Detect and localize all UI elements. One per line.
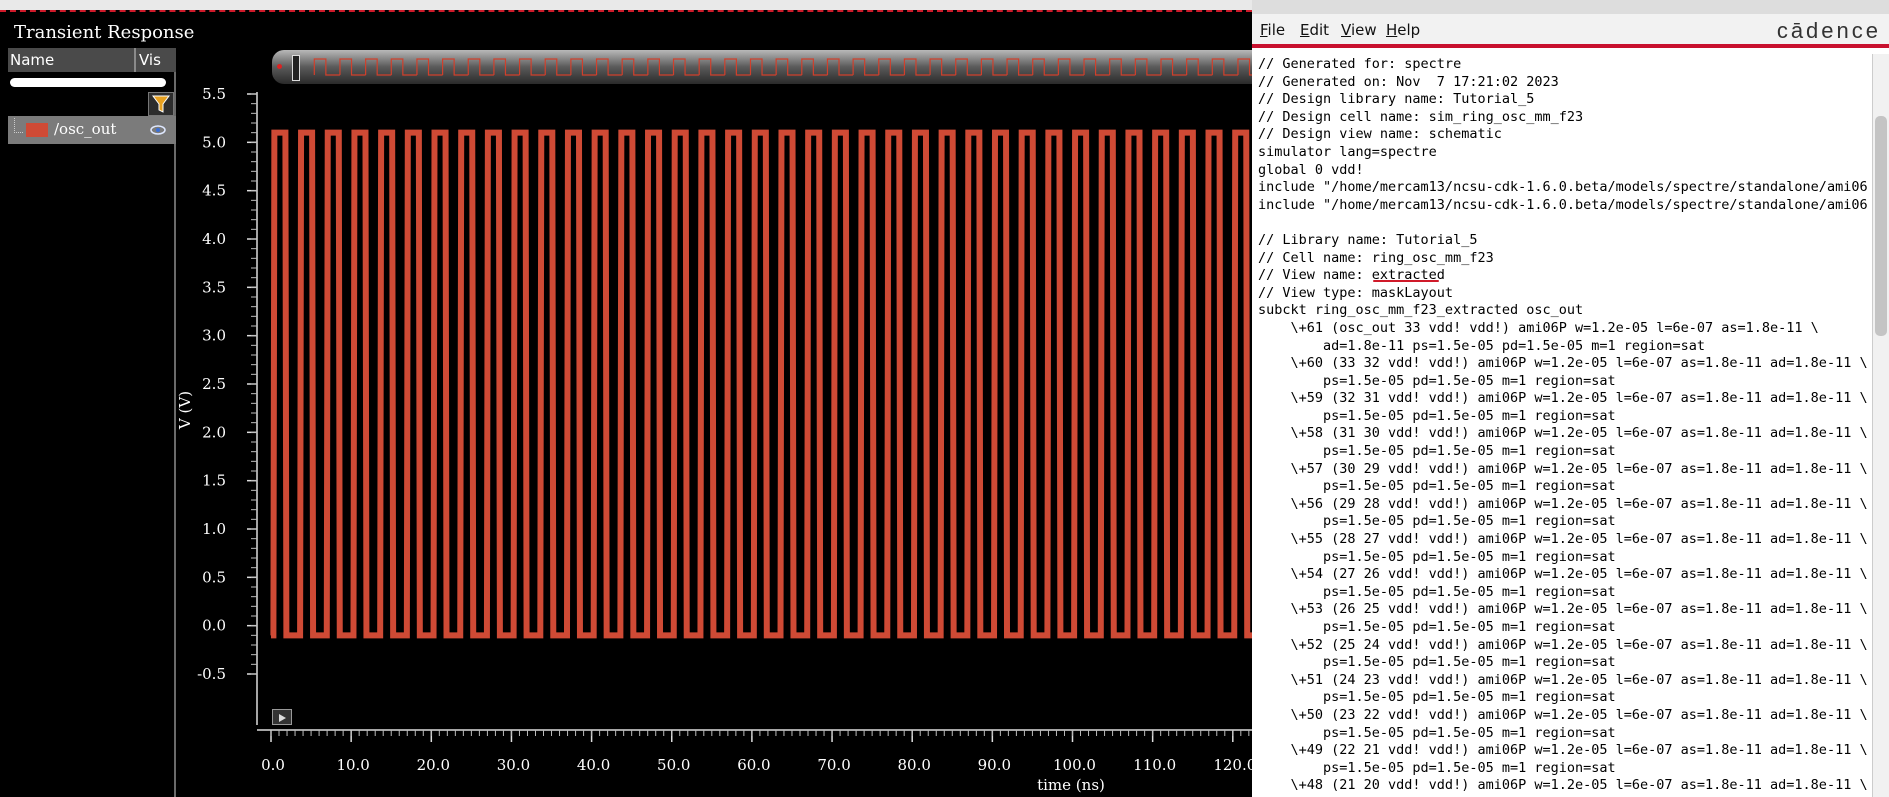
netlist-line: ps=1.5e-05 pd=1.5e-05 m=1 region=sat — [1258, 619, 1616, 635]
y-tick-label: 0.5 — [202, 568, 226, 586]
netlist-line: // Design library name: Tutorial_5 — [1258, 91, 1535, 108]
menu-help[interactable]: Help — [1386, 21, 1420, 39]
x-ticks: 0.0 10.0 20.0 30.0 40.0 50.0 60.0 70.0 80.0 90.0 1… — [261, 730, 1252, 774]
x-tick-label: 40.0 — [577, 756, 610, 774]
y-tick-label: 5.0 — [202, 133, 226, 151]
netlist-line: ps=1.5e-05 pd=1.5e-05 m=1 region=sat — [1258, 689, 1616, 706]
y-tick-label: 4.5 — [202, 182, 226, 200]
vertical-scrollbar-thumb[interactable] — [1875, 116, 1887, 336]
waveform-plot[interactable]: -0.5 0.0 0.5 1.0 1.5 2.0 2.5 3.0 3.5 4.0 4.5 5.0 5.5… — [0, 0, 1252, 797]
red-underline-annotation — [1373, 280, 1439, 282]
menu-file-label: ile — [1267, 21, 1286, 39]
netlist-line: subckt ring_osc_mm_f23_extracted osc_out — [1258, 302, 1584, 319]
menu-edit-label: dit — [1309, 21, 1330, 39]
netlist-line: // Library name: Tutorial_5 — [1258, 231, 1478, 248]
netlist-line: ps=1.5e-05 pd=1.5e-05 m=1 region=sat — [1258, 724, 1616, 741]
netlist-line: ps=1.5e-05 pd=1.5e-05 m=1 region=sat — [1258, 583, 1616, 600]
y-tick-label: 2.0 — [202, 423, 226, 441]
series-line-osc-out[interactable] — [270, 129, 1252, 639]
x-tick-label: 90.0 — [978, 756, 1011, 774]
netlist-line: // Design view name: schematic — [1258, 126, 1502, 143]
netlist-line: // Design cell name: sim_ring_osc_mm_f23 — [1258, 108, 1584, 125]
netlist-line: ps=1.5e-05 pd=1.5e-05 m=1 region=sat — [1258, 407, 1616, 424]
x-tick-label: 0.0 — [261, 756, 285, 774]
play-icon — [279, 714, 286, 722]
cadence-logo: cādence — [1776, 18, 1881, 43]
x-tick-label: 110.0 — [1133, 756, 1176, 774]
netlist-line: \+53 (26 25 vdd! vdd!) ami06P w=1.2e-05 … — [1258, 601, 1868, 618]
netlist-line: ps=1.5e-05 pd=1.5e-05 m=1 region=sat — [1258, 654, 1616, 671]
netlist-line: \+57 (30 29 vdd! vdd!) ami06P w=1.2e-05 … — [1258, 460, 1868, 477]
netlist-line: ps=1.5e-05 pd=1.5e-05 m=1 region=sat — [1258, 478, 1616, 495]
x-tick-label: 70.0 — [817, 756, 850, 774]
y-tick-label: 4.0 — [202, 230, 226, 248]
x-tick-label: 80.0 — [897, 756, 930, 774]
play-button[interactable] — [272, 709, 292, 725]
netlist-window: File Edit View Help cādence // Generated… — [1252, 0, 1889, 797]
netlist-line: \+50 (23 22 vdd! vdd!) ami06P w=1.2e-05 … — [1258, 706, 1868, 723]
netlist-line: global 0 vdd! — [1258, 161, 1364, 178]
netlist-line: ps=1.5e-05 pd=1.5e-05 m=1 region=sat — [1258, 513, 1616, 530]
netlist-line: \+49 (22 21 vdd! vdd!) ami06P w=1.2e-05 … — [1258, 742, 1868, 759]
netlist-line: \+60 (33 32 vdd! vdd!) ami06P w=1.2e-05 … — [1258, 355, 1868, 372]
netlist-line: \+58 (31 30 vdd! vdd!) ami06P w=1.2e-05 … — [1258, 425, 1868, 442]
x-tick-label: 60.0 — [737, 756, 770, 774]
waveform-window: Transient Response Name Vis /osc_out -0.… — [0, 0, 1252, 797]
netlist-text[interactable]: // Generated for: spectre // Generated o… — [1258, 56, 1868, 795]
menu-view-mnemonic: V — [1341, 21, 1351, 39]
y-tick-label: 3.5 — [202, 278, 226, 296]
y-tick-label: 5.5 — [202, 85, 226, 103]
netlist-line: // Generated for: spectre — [1258, 56, 1462, 72]
overview-waveform — [313, 58, 1252, 76]
y-axis-label: V (V) — [176, 391, 194, 430]
window-title-strip — [1252, 0, 1889, 14]
y-tick-label: -0.5 — [197, 665, 226, 683]
x-tick-label: 10.0 — [336, 756, 369, 774]
x-tick-label: 30.0 — [497, 756, 530, 774]
menu-view[interactable]: View — [1341, 21, 1377, 39]
x-tick-label: 50.0 — [657, 756, 690, 774]
netlist-line: \+52 (25 24 vdd! vdd!) ami06P w=1.2e-05 … — [1258, 636, 1868, 653]
menu-file-mnemonic: F — [1260, 21, 1268, 39]
netlist-line: ps=1.5e-05 pd=1.5e-05 m=1 region=sat — [1258, 759, 1616, 776]
x-tick-label: 120.0 — [1213, 756, 1252, 774]
netlist-line: // Generated on: Nov 7 17:21:02 2023 — [1258, 73, 1559, 90]
y-tick-label: 1.5 — [202, 472, 226, 490]
netlist-line: \+51 (24 23 vdd! vdd!) ami06P w=1.2e-05 … — [1258, 671, 1868, 688]
netlist-line: \+61 (osc_out 33 vdd! vdd!) ami06P w=1.2… — [1258, 319, 1819, 336]
netlist-line: ad=1.8e-11 ps=1.5e-05 pd=1.5e-05 m=1 reg… — [1258, 337, 1706, 354]
netlist-line: \+48 (21 20 vdd! vdd!) ami06P w=1.2e-05 … — [1258, 777, 1868, 794]
netlist-line: \+54 (27 26 vdd! vdd!) ami06P w=1.2e-05 … — [1258, 566, 1868, 583]
y-tick-label: 1.0 — [202, 520, 226, 538]
x-tick-label: 100.0 — [1053, 756, 1096, 774]
netlist-line: // Cell name: ring_osc_mm_f23 — [1258, 249, 1494, 266]
menu-view-label: iew — [1350, 21, 1377, 39]
y-tick-label: 0.0 — [202, 617, 226, 635]
netlist-line: \+59 (32 31 vdd! vdd!) ami06P w=1.2e-05 … — [1258, 390, 1868, 407]
netlist-line: simulator lang=spectre — [1258, 143, 1437, 160]
menu-file[interactable]: File — [1260, 21, 1285, 39]
y-tick-label: 2.5 — [202, 375, 226, 393]
x-axis-label: time (ns) — [1037, 776, 1105, 794]
netlist-line: \+55 (28 27 vdd! vdd!) ami06P w=1.2e-05 … — [1258, 531, 1868, 548]
netlist-line: include "/home/mercam13/ncsu-cdk-1.6.0.b… — [1258, 179, 1868, 196]
x-tick-label: 20.0 — [417, 756, 450, 774]
netlist-line: ps=1.5e-05 pd=1.5e-05 m=1 region=sat — [1258, 443, 1616, 460]
netlist-line: include "/home/mercam13/ncsu-cdk-1.6.0.b… — [1258, 196, 1868, 213]
y-ticks: -0.5 0.0 0.5 1.0 1.5 2.0 2.5 3.0 3.5 4.0 4.5 5.0 5.5 — [197, 85, 257, 683]
netlist-line: \+56 (29 28 vdd! vdd!) ami06P w=1.2e-05 … — [1258, 495, 1868, 512]
vertical-scrollbar[interactable] — [1872, 54, 1889, 797]
menu-bar: File Edit View Help cādence — [1252, 14, 1889, 44]
menu-edit[interactable]: Edit — [1300, 21, 1329, 39]
menu-help-mnemonic: H — [1386, 21, 1398, 39]
menu-help-label: elp — [1397, 21, 1421, 39]
y-tick-label: 3.0 — [202, 327, 226, 345]
netlist-line: ps=1.5e-05 pd=1.5e-05 m=1 region=sat — [1258, 548, 1616, 565]
brand-accent-bar — [1252, 44, 1889, 48]
netlist-line: ps=1.5e-05 pd=1.5e-05 m=1 region=sat — [1258, 372, 1616, 389]
overview-series-line — [313, 58, 1252, 76]
netlist-line: // View type: maskLayout — [1258, 284, 1454, 301]
